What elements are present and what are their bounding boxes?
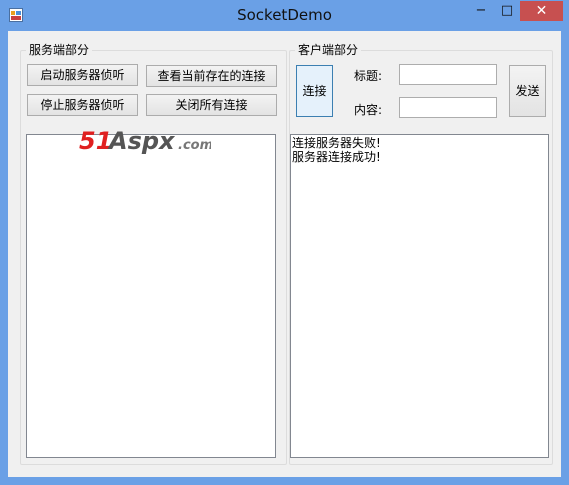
server-log-list[interactable] <box>26 134 276 458</box>
client-group-label: 客户端部分 <box>295 42 362 58</box>
log-line: 服务器连接成功! <box>292 150 381 164</box>
watermark-com: .com <box>178 138 211 153</box>
watermark-51: 51 <box>79 127 112 155</box>
server-group: 服务端部分 启动服务器侦听 查看当前存在的连接 停止服务器侦听 关闭所有连接 <box>20 42 287 465</box>
title-bar[interactable]: SocketDemo − □ ✕ <box>0 0 569 30</box>
start-listen-button[interactable]: 启动服务器侦听 <box>27 64 138 86</box>
client-log-list[interactable]: 连接服务器失败! 服务器连接成功! <box>290 134 549 458</box>
app-window: SocketDemo − □ ✕ 服务端部分 启动服务器侦听 查看当前存在的连接… <box>0 0 569 485</box>
watermark-aspx: Aspx <box>107 127 176 155</box>
title-input[interactable] <box>399 64 497 85</box>
content-label: 内容: <box>354 103 383 117</box>
client-group: 客户端部分 连接 标题: 内容: 发送 连接服务器失败! 服务器连接成功! <box>289 42 553 465</box>
connect-button[interactable]: 连接 <box>296 65 333 117</box>
client-area: 服务端部分 启动服务器侦听 查看当前存在的连接 停止服务器侦听 关闭所有连接 5… <box>8 31 561 477</box>
title-label: 标题: <box>354 69 383 83</box>
send-button[interactable]: 发送 <box>509 65 546 117</box>
view-connections-button[interactable]: 查看当前存在的连接 <box>146 65 277 87</box>
minimize-button[interactable]: − <box>468 1 494 21</box>
maximize-button[interactable]: □ <box>494 1 520 21</box>
close-button[interactable]: ✕ <box>520 1 563 21</box>
server-group-label: 服务端部分 <box>26 42 93 58</box>
log-line: 连接服务器失败! <box>292 136 381 150</box>
close-all-connections-button[interactable]: 关闭所有连接 <box>146 94 277 116</box>
content-input[interactable] <box>399 97 497 118</box>
stop-listen-button[interactable]: 停止服务器侦听 <box>27 94 138 116</box>
watermark-logo: 51 Aspx .com <box>79 127 211 155</box>
